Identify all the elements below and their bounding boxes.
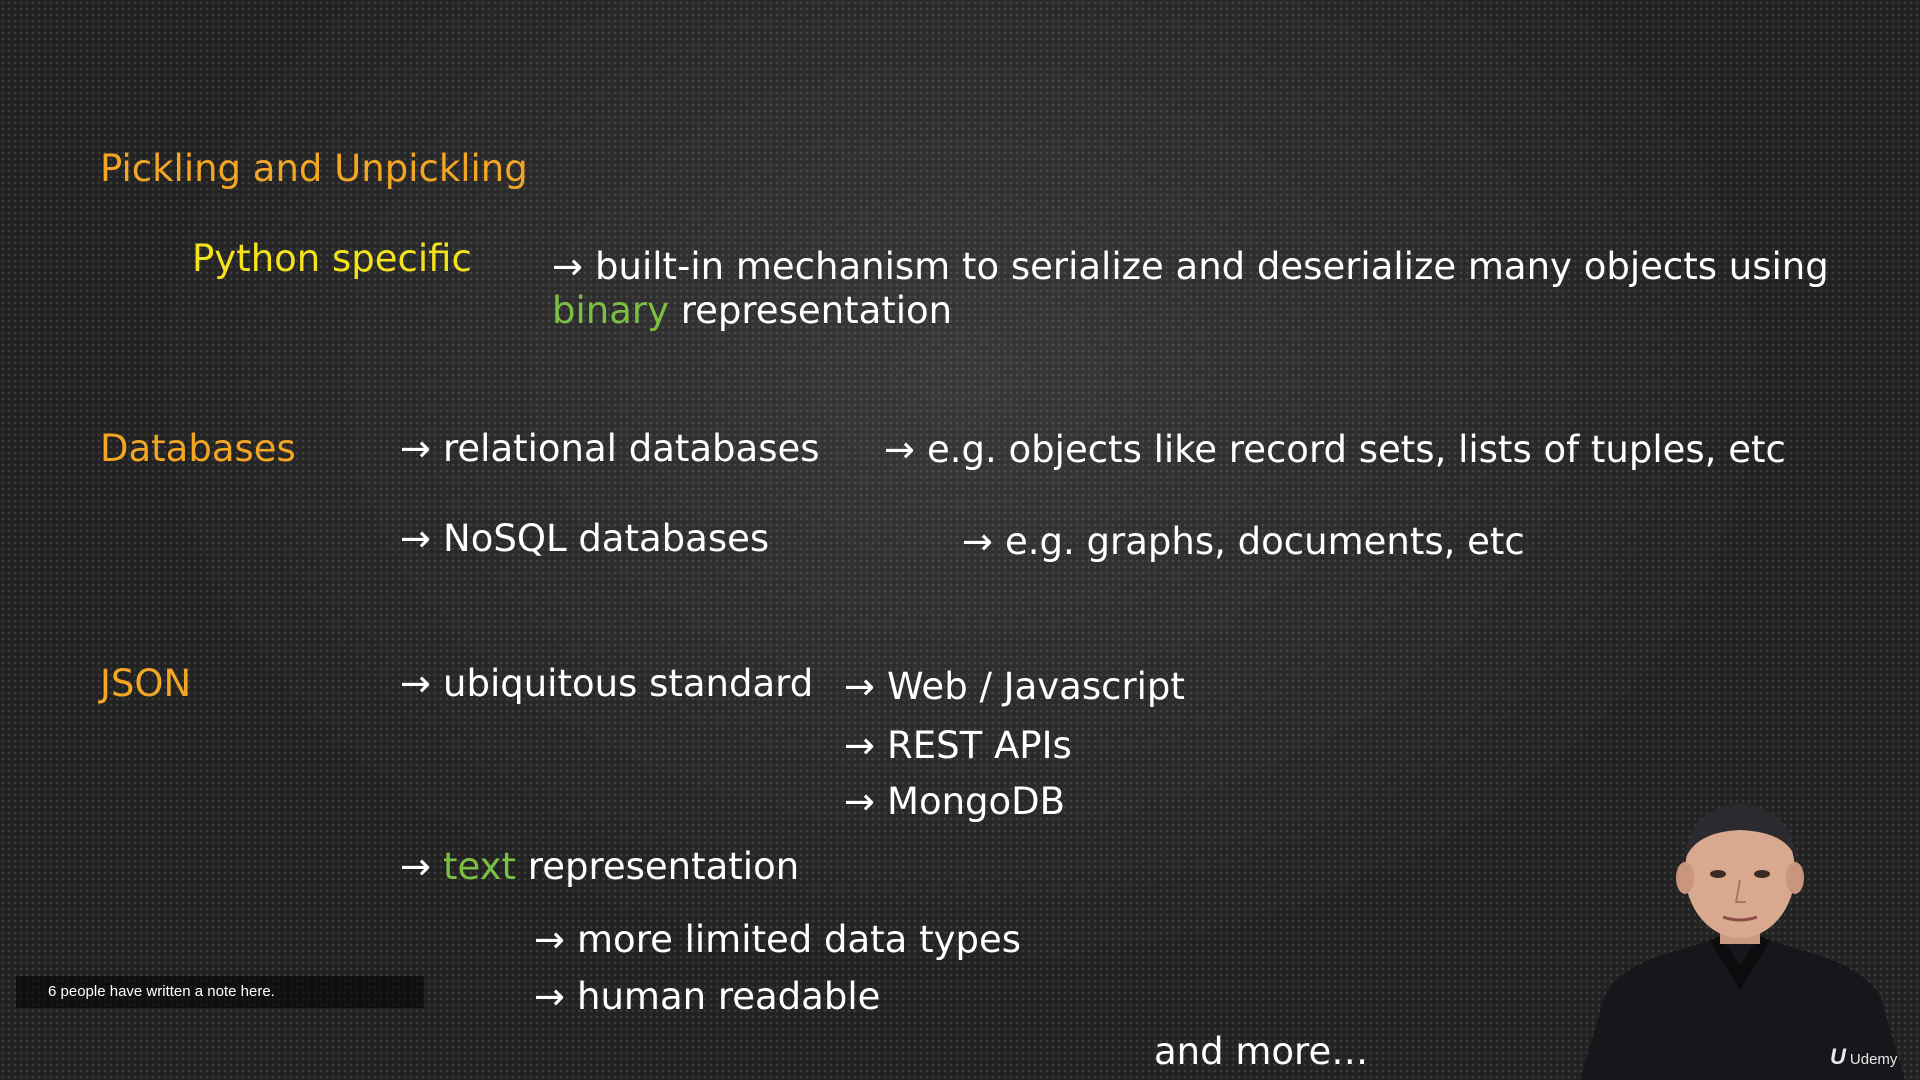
ubiquitous-standard-item: → ubiquitous standard	[400, 665, 813, 702]
presenter-image	[1580, 804, 1905, 1080]
human-readable-item: → human readable	[534, 978, 880, 1015]
relational-example-item: → e.g. objects like record sets, lists of…	[884, 431, 1786, 468]
pickling-description-line1: → built-in mechanism to serialize and des…	[552, 248, 1829, 285]
arrow-icon: →	[534, 975, 566, 1018]
nosql-example-text: e.g. graphs, documents, etc	[1005, 520, 1525, 563]
nosql-example-item: → e.g. graphs, documents, etc	[962, 523, 1525, 560]
json-use-item: → Web / Javascript	[844, 668, 1185, 705]
arrow-icon: →	[400, 662, 432, 705]
binary-highlight: binary	[552, 289, 669, 332]
json-use-item: → MongoDB	[844, 783, 1065, 820]
arrow-icon: →	[400, 845, 432, 888]
ubiquitous-standard-text: ubiquitous standard	[443, 662, 814, 705]
relational-databases-text: relational databases	[443, 427, 820, 470]
pickling-description-text: built-in mechanism to serialize and dese…	[595, 245, 1829, 288]
nosql-databases-item: → NoSQL databases	[400, 520, 769, 557]
representation-text: representation	[516, 845, 800, 888]
json-heading: JSON	[100, 662, 192, 705]
json-use-text: MongoDB	[887, 780, 1066, 823]
text-highlight: text	[443, 845, 517, 888]
pickling-heading: Pickling and Unpickling	[100, 147, 528, 190]
json-use-text: REST APIs	[887, 724, 1072, 767]
human-readable-text: human readable	[577, 975, 881, 1018]
json-use-text: Web / Javascript	[887, 665, 1185, 708]
nosql-databases-text: NoSQL databases	[443, 517, 770, 560]
and-more-text: and more…	[1154, 1030, 1369, 1073]
text-representation-item: → text representation	[400, 848, 799, 885]
arrow-icon: →	[534, 918, 566, 961]
arrow-icon: →	[552, 245, 584, 288]
arrow-icon: →	[844, 724, 876, 767]
notes-indicator[interactable]: 6 people have written a note here.	[16, 976, 424, 1008]
udemy-logo-icon: U	[1830, 1044, 1846, 1069]
representation-text: representation	[669, 289, 953, 332]
arrow-icon: →	[844, 780, 876, 823]
databases-heading: Databases	[100, 427, 296, 470]
udemy-watermark: U Udemy	[1830, 1044, 1897, 1070]
udemy-watermark-text: Udemy	[1849, 1051, 1898, 1068]
python-specific-label: Python specific	[192, 237, 472, 280]
arrow-icon: →	[400, 517, 432, 560]
relational-example-text: e.g. objects like record sets, lists of …	[927, 428, 1786, 471]
limited-data-types-text: more limited data types	[577, 918, 1022, 961]
pickling-description-line2: binary representation	[552, 292, 952, 329]
limited-data-types-item: → more limited data types	[534, 921, 1021, 958]
arrow-icon: →	[400, 427, 432, 470]
arrow-icon: →	[962, 520, 994, 563]
json-use-item: → REST APIs	[844, 727, 1072, 764]
arrow-icon: →	[884, 428, 916, 471]
arrow-icon: →	[844, 665, 876, 708]
presenter-webcam	[1560, 790, 1920, 1080]
relational-databases-item: → relational databases	[400, 430, 820, 467]
